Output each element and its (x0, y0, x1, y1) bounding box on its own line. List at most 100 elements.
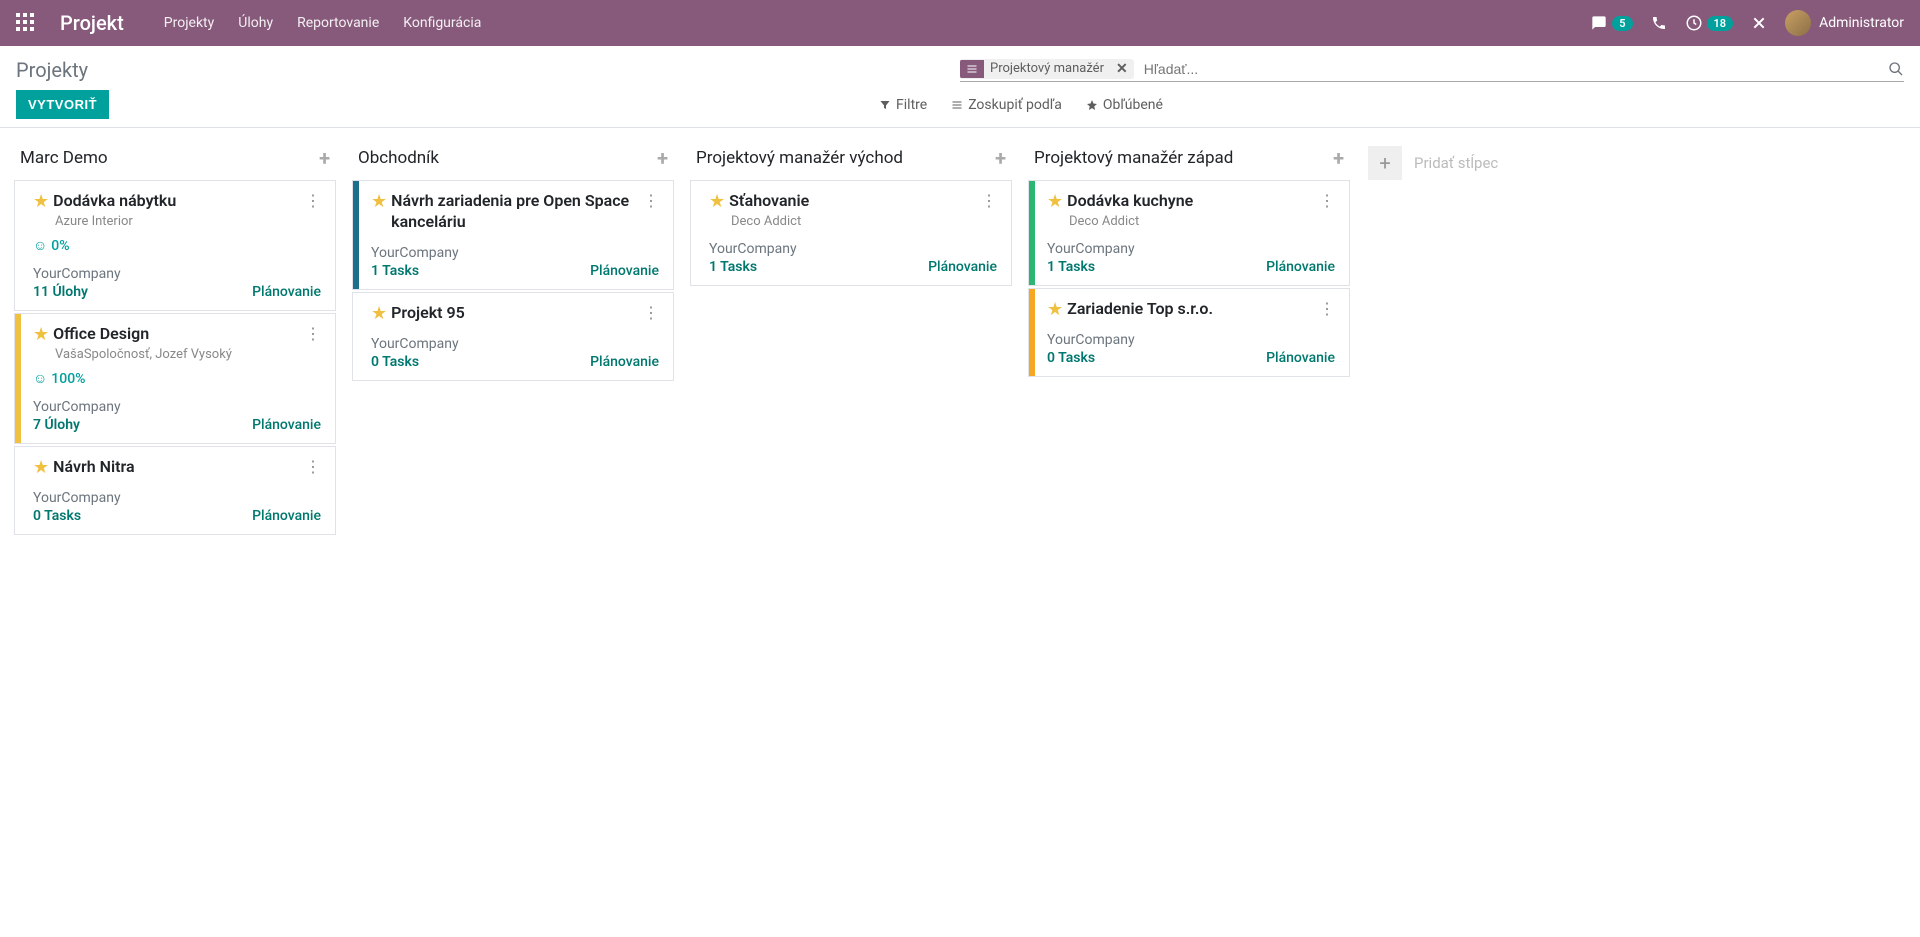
favorites-button[interactable]: Obľúbené (1086, 97, 1163, 113)
kanban-column-header[interactable]: Projektový manažér východ+ (684, 136, 1018, 180)
create-button[interactable]: VYTVORIŤ (16, 90, 109, 119)
card-plan[interactable]: Plánovanie (1266, 259, 1335, 275)
star-icon[interactable]: ★ (33, 457, 49, 478)
kanban-card[interactable]: ★Dodávka nábytku⋮Azure Interior☺0%YourCo… (14, 180, 336, 311)
phone-icon[interactable] (1651, 15, 1667, 31)
filters-button[interactable]: Filtre (879, 97, 927, 113)
column-add-icon[interactable]: + (995, 146, 1006, 170)
card-subtitle: Azure Interior (55, 214, 321, 229)
kanban-column-header[interactable]: Projektový manažér západ+ (1022, 136, 1356, 180)
card-menu-icon[interactable]: ⋮ (305, 324, 321, 343)
card-plan[interactable]: Plánovanie (928, 259, 997, 275)
user-name: Administrator (1819, 15, 1904, 31)
nav-item-reportovanie[interactable]: Reportovanie (297, 15, 379, 31)
add-column[interactable]: + Pridať stĺpec (1358, 136, 1538, 190)
star-icon[interactable]: ★ (1047, 191, 1063, 212)
card-menu-icon[interactable]: ⋮ (643, 303, 659, 322)
nav-item-projekty[interactable]: Projekty (164, 15, 215, 31)
add-column-icon[interactable]: + (1368, 146, 1402, 180)
card-happy-value: 0% (51, 238, 69, 254)
brand[interactable]: Projekt (60, 11, 124, 35)
card-company: YourCompany (371, 336, 659, 352)
star-icon[interactable]: ★ (33, 324, 49, 345)
favorites-label: Obľúbené (1103, 97, 1163, 113)
card-company: YourCompany (709, 241, 997, 257)
kanban-card[interactable]: ★Sťahovanie⋮Deco AddictYourCompany1 Task… (690, 180, 1012, 286)
card-stripe (15, 314, 21, 443)
page-title: Projekty (16, 58, 960, 82)
messages-badge: 5 (1612, 16, 1632, 31)
card-plan[interactable]: Plánovanie (252, 284, 321, 300)
kanban-card[interactable]: ★Návrh Nitra⋮YourCompany0 TasksPlánovani… (14, 446, 336, 535)
card-tasks[interactable]: 1 Tasks (709, 259, 757, 275)
card-tasks[interactable]: 1 Tasks (1047, 259, 1095, 275)
add-column-label: Pridať stĺpec (1414, 154, 1498, 172)
apps-icon[interactable] (16, 13, 36, 33)
star-icon[interactable]: ★ (371, 303, 387, 324)
card-menu-icon[interactable]: ⋮ (1319, 191, 1335, 210)
card-company: YourCompany (1047, 332, 1335, 348)
card-tasks[interactable]: 0 Tasks (371, 354, 419, 370)
card-company: YourCompany (33, 490, 321, 506)
star-icon[interactable]: ★ (1047, 299, 1063, 320)
card-title: Office Design (53, 324, 299, 345)
kanban-column-title: Marc Demo (20, 148, 319, 168)
card-menu-icon[interactable]: ⋮ (1319, 299, 1335, 318)
card-subtitle: Deco Addict (731, 214, 997, 229)
topbar-right: 5 18 Administrator (1590, 10, 1904, 36)
card-plan[interactable]: Plánovanie (590, 354, 659, 370)
kanban-column: Obchodník+★Návrh zariadenia pre Open Spa… (344, 136, 682, 383)
card-plan[interactable]: Plánovanie (1266, 350, 1335, 366)
star-icon[interactable]: ★ (371, 191, 387, 212)
card-menu-icon[interactable]: ⋮ (643, 191, 659, 210)
card-plan[interactable]: Plánovanie (590, 263, 659, 279)
groupby-label: Zoskupiť podľa (968, 97, 1062, 113)
search-facet: Projektový manažér ✕ (960, 59, 1134, 79)
facet-remove-icon[interactable]: ✕ (1110, 59, 1134, 79)
card-stripe (1029, 181, 1035, 285)
kanban-card[interactable]: ★Dodávka kuchyne⋮Deco AddictYourCompany1… (1028, 180, 1350, 286)
activities-button[interactable]: 18 (1685, 14, 1734, 32)
kanban-column-header[interactable]: Marc Demo+ (8, 136, 342, 180)
kanban-card[interactable]: ★Návrh zariadenia pre Open Space kancelá… (352, 180, 674, 290)
kanban-column-title: Projektový manažér východ (696, 148, 995, 168)
search-icon[interactable] (1888, 61, 1904, 77)
groupby-button[interactable]: Zoskupiť podľa (951, 97, 1062, 113)
card-company: YourCompany (1047, 241, 1335, 257)
topbar: Projekt Projekty Úlohy Reportovanie Konf… (0, 0, 1920, 46)
messages-button[interactable]: 5 (1590, 15, 1632, 31)
nav-item-ulohy[interactable]: Úlohy (238, 15, 273, 31)
kanban-column: Marc Demo+★Dodávka nábytku⋮Azure Interio… (6, 136, 344, 537)
card-subtitle: VašaSpoločnosť, Jozef Vysoký (55, 347, 321, 362)
card-plan[interactable]: Plánovanie (252, 417, 321, 433)
column-add-icon[interactable]: + (319, 146, 330, 170)
card-menu-icon[interactable]: ⋮ (305, 457, 321, 476)
card-tasks[interactable]: 0 Tasks (1047, 350, 1095, 366)
card-happy: ☺100% (33, 370, 321, 387)
card-title: Dodávka kuchyne (1067, 191, 1313, 212)
card-tasks[interactable]: 7 Úlohy (33, 417, 80, 433)
column-add-icon[interactable]: + (657, 146, 668, 170)
search-input[interactable] (1140, 59, 1882, 79)
user-menu[interactable]: Administrator (1785, 10, 1904, 36)
card-tasks[interactable]: 1 Tasks (371, 263, 419, 279)
kanban-column-header[interactable]: Obchodník+ (346, 136, 680, 180)
card-happy: ☺0% (33, 237, 321, 254)
smiley-icon: ☺ (33, 370, 47, 387)
card-menu-icon[interactable]: ⋮ (305, 191, 321, 210)
close-icon[interactable] (1751, 15, 1767, 31)
card-menu-icon[interactable]: ⋮ (981, 191, 997, 210)
kanban-card[interactable]: ★Office Design ⋮ VašaSpoločnosť, Jozef Vys… (14, 313, 336, 444)
control-panel: Projekty Projektový manažér ✕ VYTVORIŤ F… (0, 46, 1920, 128)
card-stripe (1029, 289, 1035, 376)
column-add-icon[interactable]: + (1333, 146, 1344, 170)
card-tasks[interactable]: 0 Tasks (33, 508, 81, 524)
nav-item-konfiguracia[interactable]: Konfigurácia (403, 15, 481, 31)
kanban-card[interactable]: ★Projekt 95 ⋮ YourCompany 0 Tasks Plánovanie (352, 292, 674, 381)
star-icon[interactable]: ★ (33, 191, 49, 212)
kanban-card[interactable]: ★Zariadenie Top s.r.o.⋮YourCompany0 Task… (1028, 288, 1350, 377)
card-plan[interactable]: Plánovanie (252, 508, 321, 524)
card-tasks[interactable]: 11 Úlohy (33, 284, 88, 300)
star-icon[interactable]: ★ (709, 191, 725, 212)
card-title: Projekt 95 (391, 303, 637, 324)
